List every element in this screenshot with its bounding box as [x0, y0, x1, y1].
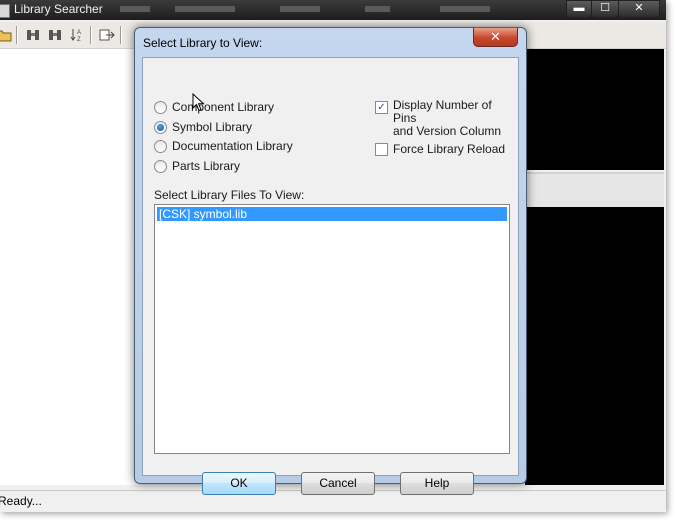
titlebar-decoration	[120, 6, 150, 12]
force-reload-checkbox-row[interactable]: Force Library Reload	[375, 141, 505, 157]
mouse-pointer-icon	[192, 93, 205, 112]
dialog-title: Select Library to View:	[143, 36, 263, 50]
minimize-button[interactable]: ▬	[566, 0, 592, 18]
app-icon	[0, 4, 10, 18]
svg-text:Z: Z	[77, 37, 81, 43]
radio-component-library[interactable]: Component Library	[154, 99, 274, 115]
force-reload-checkbox[interactable]	[375, 142, 388, 156]
titlebar-decoration	[365, 6, 390, 12]
radio-button[interactable]	[154, 100, 167, 114]
radio-documentation-library[interactable]: Documentation Library	[154, 138, 293, 154]
radio-label: Component Library	[172, 99, 275, 114]
sort-icon[interactable]: AZ	[69, 27, 85, 43]
library-files-listbox[interactable]: [CSK] symbol.lib	[154, 204, 510, 454]
panel-splitter[interactable]	[525, 172, 664, 208]
svg-text:A: A	[77, 30, 81, 36]
preview-panel-bottom	[525, 207, 664, 485]
cancel-button[interactable]: Cancel	[301, 472, 375, 495]
titlebar-decoration	[280, 6, 320, 12]
close-button[interactable]: ✕	[618, 0, 660, 18]
display-pins-label-line1: Display Number of Pins	[392, 98, 492, 125]
radio-button[interactable]	[154, 139, 167, 153]
display-pins-label: Display Number of Pins and Version Colum…	[393, 99, 518, 138]
toolbar-separator	[90, 26, 91, 44]
radio-label: Symbol Library	[172, 119, 253, 134]
binoculars-icon[interactable]	[25, 27, 41, 43]
files-label: Select Library Files To View:	[154, 188, 305, 202]
search-results-pane[interactable]	[0, 49, 138, 485]
display-pins-checkbox[interactable]: ✓	[375, 101, 388, 114]
main-titlebar: Library Searcher ▬ ☐ ✕	[0, 0, 666, 20]
help-button[interactable]: Help	[400, 472, 474, 495]
toolbar-separator	[16, 26, 17, 44]
radio-button[interactable]	[154, 159, 167, 173]
force-reload-label: Force Library Reload	[393, 141, 506, 156]
preview-panel-top	[525, 49, 664, 170]
radio-symbol-library[interactable]: Symbol Library	[154, 119, 252, 135]
titlebar-decoration	[440, 6, 490, 12]
dialog-close-button[interactable]: ✕	[473, 28, 518, 47]
status-text: Ready...	[0, 494, 42, 508]
open-folder-icon[interactable]	[0, 27, 12, 43]
export-icon[interactable]	[99, 27, 115, 43]
binoculars-next-icon[interactable]	[47, 27, 63, 43]
list-item[interactable]: [CSK] symbol.lib	[157, 207, 507, 221]
radio-parts-library[interactable]: Parts Library	[154, 158, 240, 174]
radio-button[interactable]	[154, 120, 167, 134]
toolbar-separator	[120, 26, 121, 44]
dialog-body: Component Library Symbol Library Documen…	[142, 57, 519, 495]
display-pins-label-line2: and Version Column	[392, 124, 502, 138]
ok-button[interactable]: OK	[202, 472, 276, 495]
maximize-button[interactable]: ☐	[591, 0, 619, 18]
titlebar-decoration	[175, 6, 235, 12]
radio-label: Parts Library	[172, 158, 241, 173]
display-pins-checkbox-row[interactable]: ✓ Display Number of Pins and Version Col…	[375, 99, 518, 138]
main-window-title: Library Searcher	[14, 2, 103, 16]
radio-label: Documentation Library	[172, 138, 293, 153]
